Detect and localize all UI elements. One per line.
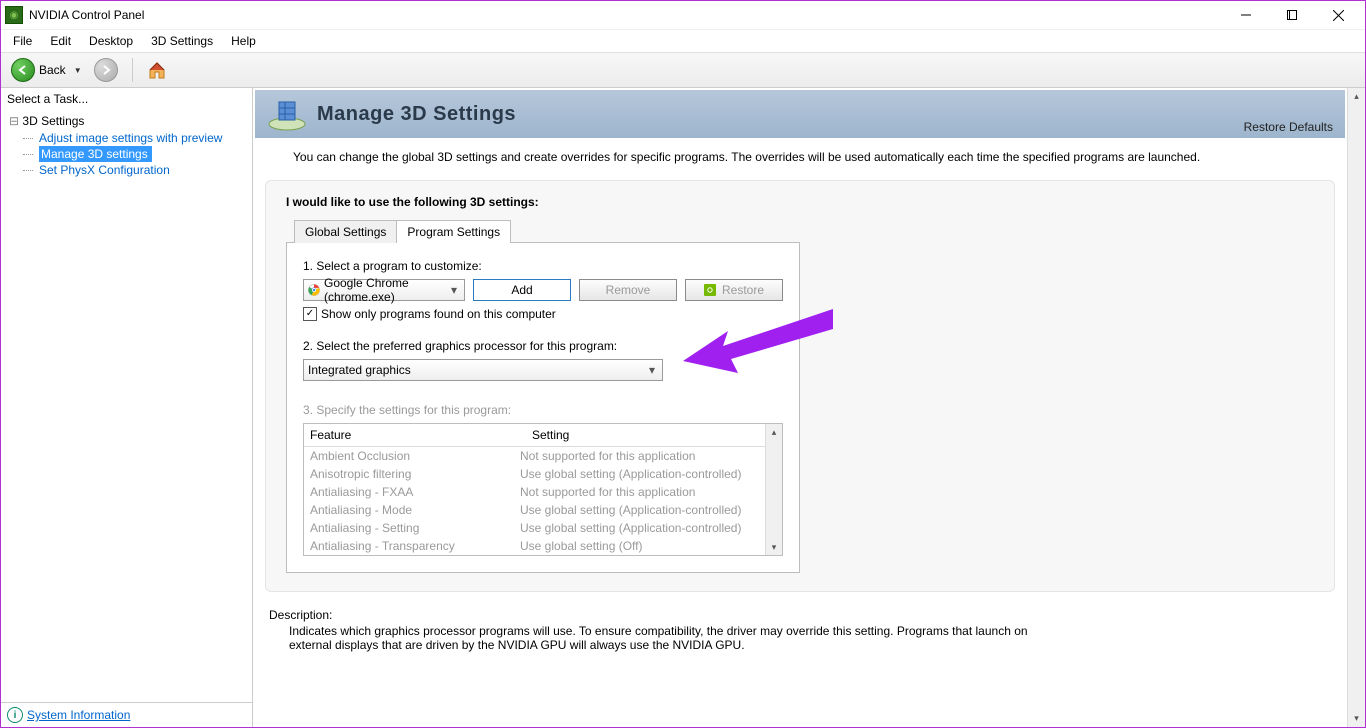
- back-button[interactable]: Back ▼: [7, 56, 86, 84]
- main: Manage 3D Settings Restore Defaults You …: [253, 88, 1365, 727]
- scroll-up-icon[interactable]: ▴: [1348, 88, 1365, 105]
- scroll-down-icon[interactable]: ▾: [766, 539, 782, 555]
- grid-row[interactable]: Antialiasing - ModeUse global setting (A…: [304, 501, 765, 519]
- chrome-icon: [308, 283, 320, 297]
- forward-arrow-icon: [94, 58, 118, 82]
- task-header: Select a Task...: [1, 88, 252, 110]
- scroll-down-icon[interactable]: ▾: [1348, 710, 1365, 727]
- menu-file[interactable]: File: [5, 32, 40, 50]
- step1-label: 1. Select a program to customize:: [303, 259, 783, 273]
- program-combo[interactable]: Google Chrome (chrome.exe) ▾: [303, 279, 465, 301]
- intro-text: You can change the global 3D settings an…: [253, 138, 1347, 172]
- settings-panel: I would like to use the following 3D set…: [265, 180, 1335, 592]
- sidebar-footer: i System Information: [1, 702, 252, 727]
- chevron-down-icon: ▾: [644, 362, 660, 378]
- minimize-button[interactable]: [1223, 1, 1269, 29]
- back-label: Back: [39, 63, 66, 77]
- forward-button[interactable]: [90, 56, 122, 84]
- content: Manage 3D Settings Restore Defaults You …: [253, 88, 1347, 727]
- main-scrollbar[interactable]: ▴ ▾: [1347, 88, 1365, 727]
- description-body: Indicates which graphics processor progr…: [269, 624, 1049, 652]
- page-header: Manage 3D Settings Restore Defaults: [255, 90, 1345, 138]
- settings-grid: Feature Setting Ambient OcclusionNot sup…: [303, 423, 783, 556]
- description: Description: Indicates which graphics pr…: [253, 600, 1347, 668]
- restore-defaults-link[interactable]: Restore Defaults: [1244, 120, 1333, 134]
- back-dropdown-icon[interactable]: ▼: [74, 66, 82, 75]
- show-only-label: Show only programs found on this compute…: [321, 307, 556, 321]
- show-only-checkbox[interactable]: ✓ Show only programs found on this compu…: [303, 307, 783, 321]
- step2-label: 2. Select the preferred graphics process…: [303, 339, 783, 353]
- menu-bar: File Edit Desktop 3D Settings Help: [1, 30, 1365, 53]
- tree-item-adjust-image[interactable]: Adjust image settings with preview: [9, 130, 244, 146]
- page-header-icon: [267, 96, 307, 132]
- tab-global-settings[interactable]: Global Settings: [294, 220, 397, 243]
- chevron-down-icon: ▾: [446, 282, 462, 298]
- tabs: Global Settings Program Settings: [286, 219, 1314, 242]
- gpu-combo[interactable]: Integrated graphics ▾: [303, 359, 663, 381]
- close-button[interactable]: [1315, 1, 1361, 29]
- grid-scrollbar[interactable]: ▴ ▾: [765, 424, 782, 555]
- col-setting[interactable]: Setting: [526, 424, 765, 446]
- grid-row[interactable]: Anisotropic filteringUse global setting …: [304, 465, 765, 483]
- restore-button-label: Restore: [722, 283, 764, 297]
- grid-row[interactable]: Antialiasing - FXAANot supported for thi…: [304, 483, 765, 501]
- home-button[interactable]: [143, 58, 171, 82]
- tree-root-3d-settings[interactable]: 3D Settings: [9, 114, 244, 128]
- add-button[interactable]: Add: [473, 279, 571, 301]
- checkbox-icon: ✓: [303, 307, 317, 321]
- col-feature[interactable]: Feature: [304, 424, 526, 446]
- program-combo-value: Google Chrome (chrome.exe): [324, 276, 460, 304]
- gpu-combo-value: Integrated graphics: [308, 363, 411, 377]
- restore-button[interactable]: Restore: [685, 279, 783, 301]
- toolbar: Back ▼: [1, 53, 1365, 88]
- menu-desktop[interactable]: Desktop: [81, 32, 141, 50]
- page-title: Manage 3D Settings: [317, 103, 516, 126]
- maximize-button[interactable]: [1269, 1, 1315, 29]
- step3-label: 3. Specify the settings for this program…: [303, 403, 783, 417]
- scroll-up-icon[interactable]: ▴: [766, 424, 782, 440]
- nvidia-logo-icon: [704, 284, 716, 296]
- app-icon: ◉: [5, 6, 23, 24]
- window-title: NVIDIA Control Panel: [29, 8, 144, 22]
- remove-button[interactable]: Remove: [579, 279, 677, 301]
- panel-header: I would like to use the following 3D set…: [286, 195, 1314, 209]
- menu-edit[interactable]: Edit: [42, 32, 79, 50]
- sidebar: Select a Task... 3D Settings Adjust imag…: [1, 88, 253, 727]
- home-icon: [147, 60, 167, 80]
- grid-row[interactable]: Ambient OcclusionNot supported for this …: [304, 447, 765, 465]
- task-tree: 3D Settings Adjust image settings with p…: [1, 110, 252, 702]
- back-arrow-icon: [11, 58, 35, 82]
- grid-row[interactable]: Antialiasing - SettingUse global setting…: [304, 519, 765, 537]
- tab-body: 1. Select a program to customize: Google…: [286, 242, 800, 573]
- tree-item-manage-3d[interactable]: Manage 3D settings: [39, 146, 152, 162]
- tab-program-settings[interactable]: Program Settings: [396, 220, 511, 243]
- tree-item-physx[interactable]: Set PhysX Configuration: [9, 162, 244, 178]
- system-information-link[interactable]: System Information: [27, 708, 130, 722]
- system-information-icon: i: [7, 707, 23, 723]
- menu-help[interactable]: Help: [223, 32, 264, 50]
- title-bar: ◉ NVIDIA Control Panel: [1, 1, 1365, 30]
- menu-3d-settings[interactable]: 3D Settings: [143, 32, 221, 50]
- grid-row[interactable]: Antialiasing - TransparencyUse global se…: [304, 537, 765, 555]
- description-header: Description:: [269, 608, 1331, 622]
- grid-header: Feature Setting: [304, 424, 765, 447]
